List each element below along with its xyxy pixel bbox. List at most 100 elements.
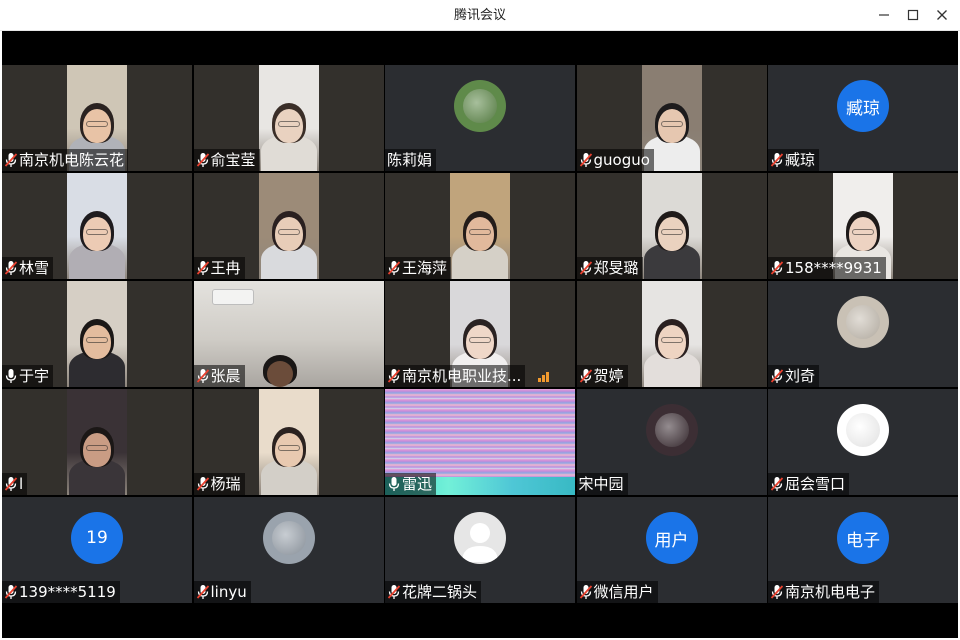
participant-name: 王海萍 bbox=[402, 259, 448, 277]
participant-tile[interactable]: l bbox=[2, 389, 192, 495]
participant-tile[interactable]: 158****9931 bbox=[768, 173, 958, 279]
participant-name-tag: 贺婷 bbox=[576, 365, 628, 387]
figure-glasses bbox=[660, 121, 683, 127]
avatar-image bbox=[271, 521, 306, 555]
participant-tile[interactable]: 陈莉娟 bbox=[385, 65, 575, 171]
participant-name: 花牌二锅头 bbox=[402, 583, 478, 601]
participant-name: 陈莉娟 bbox=[387, 151, 433, 169]
window-title: 腾讯会议 bbox=[453, 8, 506, 23]
figure-glasses bbox=[660, 337, 683, 343]
participant-figure bbox=[643, 173, 700, 279]
video-feed bbox=[258, 65, 319, 171]
avatar-image bbox=[654, 413, 689, 447]
video-feed bbox=[258, 173, 319, 279]
participant-figure bbox=[260, 389, 317, 495]
participant-tile[interactable]: 张晨 bbox=[193, 281, 384, 387]
air-conditioner bbox=[211, 289, 254, 305]
participant-name: 158****9931 bbox=[785, 259, 882, 277]
participant-name: 微信用户 bbox=[593, 583, 654, 601]
avatar: 电子 bbox=[837, 512, 889, 564]
participant-tile[interactable]: 刘奇 bbox=[768, 281, 958, 387]
participant-tile[interactable]: 雷迅 bbox=[385, 389, 575, 495]
participant-tile[interactable]: 南京机电职业技... bbox=[385, 281, 575, 387]
figure-glasses bbox=[86, 445, 108, 451]
avatar-initials: 用户 bbox=[654, 530, 689, 551]
avatar: 用户 bbox=[645, 512, 698, 564]
participant-tile[interactable]: 花牌二锅头 bbox=[385, 497, 575, 603]
participant-tile[interactable]: linyu bbox=[193, 497, 384, 603]
mic-muted-icon bbox=[579, 368, 593, 384]
figure-glasses bbox=[469, 337, 491, 343]
mic-muted-icon bbox=[770, 260, 784, 276]
participant-tile[interactable]: 于宇 bbox=[2, 281, 192, 387]
minimize-icon bbox=[879, 14, 889, 16]
participant-tile[interactable]: 贺婷 bbox=[576, 281, 767, 387]
mic-icon bbox=[4, 368, 18, 384]
mic-icon bbox=[387, 476, 401, 492]
mic-muted-icon bbox=[387, 260, 401, 276]
participant-name-tag: l bbox=[2, 473, 28, 495]
participant-tile[interactable]: guoguo bbox=[576, 65, 767, 171]
avatar bbox=[262, 512, 315, 564]
mic-muted-icon bbox=[770, 368, 784, 384]
mic-muted-icon bbox=[4, 584, 18, 600]
mic-muted-icon bbox=[196, 260, 210, 276]
participant-name-tag: 王冉 bbox=[193, 257, 245, 279]
participant-tile[interactable]: 王冉 bbox=[193, 173, 384, 279]
avatar bbox=[645, 404, 698, 456]
participant-name: 139****5119 bbox=[19, 583, 116, 601]
close-button[interactable] bbox=[930, 4, 954, 26]
participant-tile[interactable]: 用户微信用户 bbox=[576, 497, 767, 603]
participant-name-tag: 雷迅 bbox=[385, 473, 437, 495]
participant-name-tag: 南京机电电子 bbox=[768, 581, 880, 603]
mic-muted-icon bbox=[196, 476, 210, 492]
participant-tile[interactable]: 俞宝莹 bbox=[193, 65, 384, 171]
participant-tile[interactable]: 王海萍 bbox=[385, 173, 575, 279]
minimize-button[interactable] bbox=[872, 4, 896, 26]
avatar-image bbox=[846, 305, 880, 339]
participant-tile[interactable]: 林雪 bbox=[2, 173, 192, 279]
participant-tile[interactable]: 宋中园 bbox=[576, 389, 767, 495]
participant-name-tag: 陈莉娟 bbox=[385, 149, 437, 171]
participant-name: 南京机电职业技... bbox=[402, 367, 522, 385]
participant-name: 王冉 bbox=[210, 259, 241, 277]
user-silhouette-icon bbox=[462, 523, 498, 562]
participant-tile[interactable]: 杨瑞 bbox=[193, 389, 384, 495]
avatar bbox=[837, 296, 889, 348]
participant-name-tag: 南京机电陈云花 bbox=[2, 149, 129, 171]
participant-figure bbox=[260, 281, 300, 387]
mic-muted-icon bbox=[196, 368, 210, 384]
participant-name-tag: guoguo bbox=[576, 149, 654, 171]
close-icon bbox=[937, 10, 947, 20]
figure-glasses bbox=[277, 445, 300, 451]
video-feed bbox=[258, 389, 319, 495]
video-feed bbox=[641, 173, 702, 279]
figure-glasses bbox=[277, 229, 300, 235]
participant-name: 杨瑞 bbox=[210, 475, 241, 493]
participant-figure bbox=[643, 281, 700, 387]
participant-tile[interactable]: 19 139****5119 bbox=[2, 497, 192, 603]
figure-glasses bbox=[660, 229, 683, 235]
meeting-stage: 南京机电陈云花 俞宝莹 陈莉娟 guoguo 臧琼 臧琼林雪 王冉 王海萍 郑旻璐 158****… bbox=[2, 31, 958, 638]
participant-figure bbox=[69, 173, 125, 279]
participant-grid: 南京机电陈云花 俞宝莹 陈莉娟 guoguo 臧琼 臧琼林雪 王冉 王海萍 郑旻璐 158****… bbox=[2, 65, 958, 605]
participant-name: 南京机电陈云花 bbox=[19, 151, 125, 169]
participant-name: 林雪 bbox=[19, 259, 50, 277]
participant-name: 张晨 bbox=[210, 367, 241, 385]
figure-glasses bbox=[277, 121, 300, 127]
participant-tile[interactable]: 南京机电陈云花 bbox=[2, 65, 192, 171]
participant-name-tag: 宋中园 bbox=[576, 473, 628, 495]
figure-face bbox=[266, 361, 293, 387]
participant-name-tag: linyu bbox=[193, 581, 251, 603]
video-feed bbox=[641, 281, 702, 387]
maximize-button[interactable] bbox=[901, 4, 925, 26]
participant-tile[interactable]: 臧琼 臧琼 bbox=[768, 65, 958, 171]
participant-tile[interactable]: 屈会雪口 bbox=[768, 389, 958, 495]
participant-tile[interactable]: 电子南京机电电子 bbox=[768, 497, 958, 603]
participant-tile[interactable]: 郑旻璐 bbox=[576, 173, 767, 279]
avatar-image bbox=[463, 89, 497, 123]
avatar-initials: 臧琼 bbox=[846, 98, 880, 119]
figure-glasses bbox=[86, 337, 108, 343]
participant-name: 雷迅 bbox=[402, 475, 433, 493]
mic-muted-icon bbox=[579, 152, 593, 168]
